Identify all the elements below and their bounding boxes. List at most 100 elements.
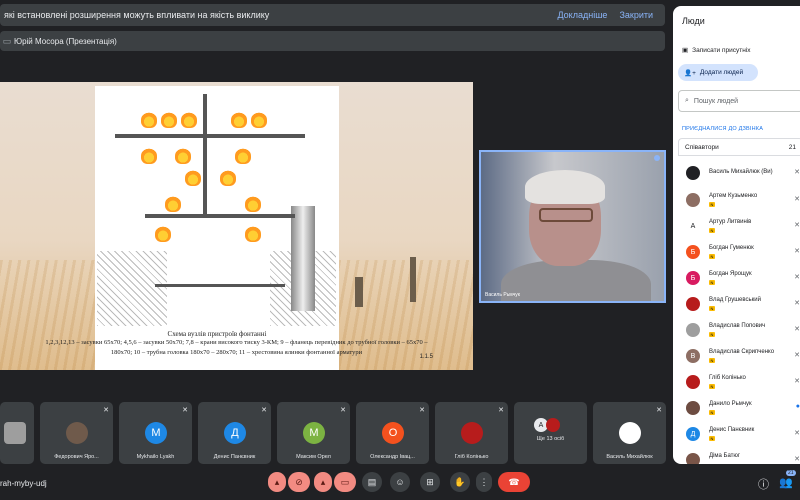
muted-mic-icon: ✕: [794, 326, 800, 333]
pinned-participant-video[interactable]: Василь Рьмчук: [479, 150, 666, 303]
participant-list-item[interactable]: Б Богдан Гуменюк N ✕: [682, 242, 800, 262]
microphone-muted-icon[interactable]: ⊘: [288, 472, 310, 492]
participant-tile-name: Mykhailo Lyakh: [136, 454, 175, 460]
flame-icon: [181, 112, 197, 128]
add-people-button[interactable]: 👤+ Додати людей: [678, 64, 758, 81]
participant-name: Владислав Попович: [709, 323, 766, 329]
flame-icon: [165, 196, 181, 212]
participant-list-item[interactable]: Василь Михайлюк (Ви) ✕: [682, 163, 800, 183]
muted-mic-icon: ✕: [794, 222, 800, 229]
participant-tile[interactable]: [0, 402, 34, 464]
wellhead-stack: [291, 206, 315, 311]
info-icon[interactable]: ⓘ: [758, 476, 769, 492]
participant-list-item[interactable]: Данило Рьмчук N ●: [682, 398, 800, 418]
participant-tile[interactable]: ✕ Д Денис Панєвник: [198, 402, 271, 464]
attendance-icon: ▣: [682, 47, 689, 54]
joined-section-heading: ПРИЄДНАЛИСЯ ДО ДЗВІНКА: [682, 126, 764, 132]
camera-off-icon[interactable]: ▭: [334, 472, 356, 492]
base-crosspiece: [155, 284, 285, 287]
muted-mic-icon: ✕: [794, 352, 800, 359]
participant-list-item[interactable]: A Артур Литвинів N ✕: [682, 216, 800, 236]
camera-options-button[interactable]: ▴: [314, 472, 332, 492]
participant-name: Владислав Скрипченко: [709, 349, 775, 355]
participant-list-item[interactable]: В Владислав Скрипченко N ✕: [682, 346, 800, 366]
contributor-badge-icon: N: [709, 410, 715, 415]
presenter-label: Юрій Мосора (Презентація): [14, 36, 117, 46]
muted-mic-icon: ✕: [794, 300, 800, 307]
participant-tile[interactable]: ✕ Гліб Колінько: [435, 402, 508, 464]
group-count: 21: [788, 143, 796, 151]
avatar: Д: [224, 422, 246, 444]
participant-list-item[interactable]: Б Богдан Ярощук N ✕: [682, 268, 800, 288]
participant-list-item[interactable]: Артем Кузьменко N ✕: [682, 190, 800, 210]
contributor-badge-icon: N: [709, 384, 715, 389]
participant-list-item[interactable]: Влад Грушевський N ✕: [682, 294, 800, 314]
contributor-badge-icon: N: [709, 332, 715, 337]
avatar: [66, 422, 88, 444]
panel-title: Люди: [682, 16, 705, 26]
avatar: Д: [686, 427, 700, 441]
record-attendance-row[interactable]: ▣ Записати присутніх: [682, 46, 751, 55]
participant-tile[interactable]: ✕ Василь Михайлюк: [593, 402, 666, 464]
participant-name: Данило Рьмчук: [709, 401, 752, 407]
participant-tiles: ✕ Федорович Яро... ✕ M Mykhailo Lyakh ✕ …: [0, 402, 670, 464]
emoji-icon[interactable]: ☺: [390, 472, 410, 492]
banner-message: які встановлені розширення можуть вплива…: [4, 10, 270, 20]
participant-body: [501, 260, 651, 301]
muted-mic-icon: ✕: [656, 407, 662, 414]
more-options-icon[interactable]: ⋮: [476, 472, 492, 492]
learn-more-link[interactable]: Докладніше: [557, 10, 607, 20]
participant-tile[interactable]: ✕ М Максим Орел: [277, 402, 350, 464]
participant-tile-name: Олександр Івац...: [370, 454, 415, 460]
caption-line-3: 180х70; 10 – трубна головка 180х70 – 280…: [110, 349, 363, 356]
participant-name: Діма Батюг: [709, 453, 741, 459]
lower-crosspiece: [145, 214, 295, 218]
avatar: [546, 418, 560, 432]
close-banner-button[interactable]: Закрити: [619, 10, 653, 20]
record-attendance-label: Записати присутніх: [692, 46, 751, 54]
people-panel: Люди ▣ Записати присутніх 👤+ Додати люде…: [673, 6, 800, 464]
participant-name: Василь Михайлюк (Ви): [709, 169, 773, 175]
muted-mic-icon: ✕: [419, 407, 425, 414]
present-screen-icon[interactable]: ⊞: [420, 472, 440, 492]
participant-list-item[interactable]: Владислав Попович N ✕: [682, 320, 800, 340]
participant-tile[interactable]: ✕ О Олександр Івац...: [356, 402, 429, 464]
participant-list-item[interactable]: Гліб Колінько N ✕: [682, 372, 800, 392]
captions-icon[interactable]: ▤: [362, 472, 382, 492]
participant-tile[interactable]: ✕ M Mykhailo Lyakh: [119, 402, 192, 464]
participant-tile[interactable]: ✕ Федорович Яро...: [40, 402, 113, 464]
avatar: [686, 453, 700, 464]
avatar: M: [145, 422, 167, 444]
contributors-group[interactable]: Співавтори 21: [678, 138, 800, 156]
flame-icon: [245, 226, 261, 242]
participant-name: Денис Панєвник: [709, 427, 755, 433]
muted-mic-icon: ✕: [794, 430, 800, 437]
avatar: [619, 422, 641, 444]
extensions-warning-banner: які встановлені розширення можуть вплива…: [0, 4, 665, 26]
muted-mic-icon: ✕: [103, 407, 109, 414]
raise-hand-icon[interactable]: ✋: [450, 472, 470, 492]
participant-name: Влад Грушевський: [709, 297, 761, 303]
flame-icon: [141, 148, 157, 164]
avatar: [686, 401, 700, 415]
flame-icon: [231, 112, 247, 128]
avatar: [461, 422, 483, 444]
participant-tile-name: Гліб Колінько: [454, 454, 489, 460]
people-count-badge: 21: [786, 470, 796, 476]
muted-mic-icon: ✕: [794, 378, 800, 385]
ground-hatch-left: [97, 251, 167, 326]
search-people-input[interactable]: ⌕ Пошук людей: [678, 90, 800, 112]
search-icon: ⌕: [685, 97, 689, 104]
people-icon[interactable]: 👥: [779, 476, 793, 489]
participant-tile-name: Денис Панєвник: [213, 454, 256, 460]
participant-name: Гліб Колінько: [709, 375, 746, 381]
muted-mic-icon: ✕: [498, 407, 504, 414]
participant-list-item[interactable]: Діма Батюг ✕: [682, 450, 800, 464]
leave-call-button[interactable]: ☎: [498, 472, 530, 492]
presenter-bar: ▭ Юрій Мосора (Презентація): [0, 31, 665, 51]
more-participants-tile[interactable]: A Ще 13 осіб: [514, 402, 587, 464]
participant-list-item[interactable]: Д Денис Панєвник N ✕: [682, 424, 800, 444]
group-label: Співавтори: [685, 143, 719, 151]
mic-options-button[interactable]: ▴: [268, 472, 286, 492]
avatar: [686, 166, 700, 180]
